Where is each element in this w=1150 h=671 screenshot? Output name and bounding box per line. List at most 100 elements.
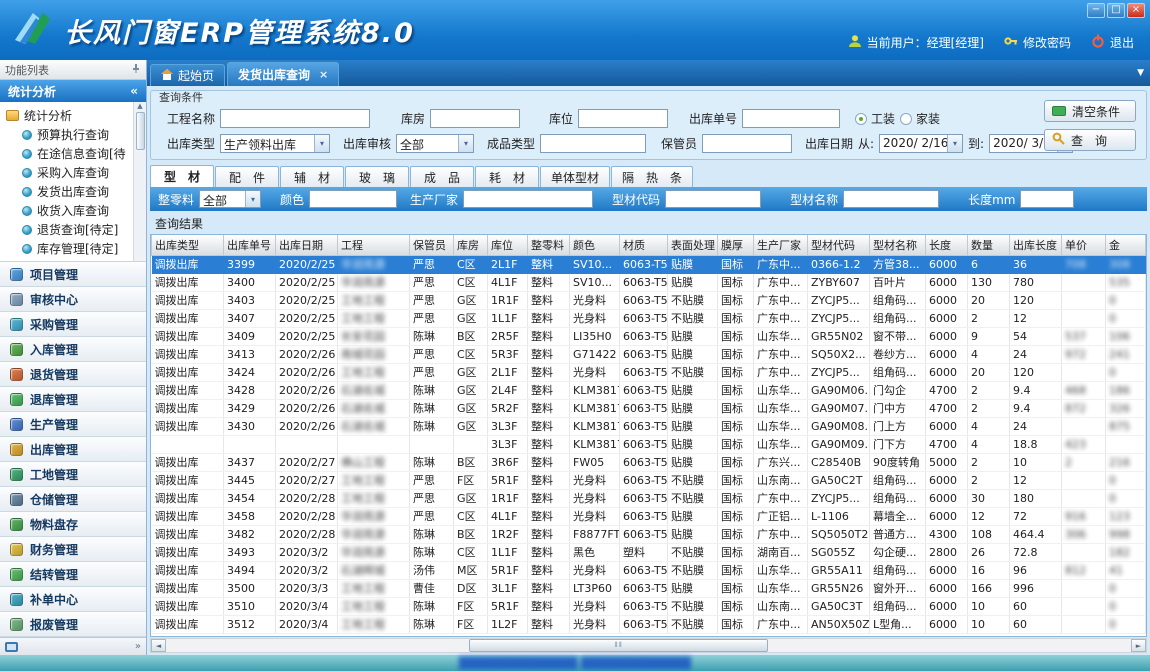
outbound-type-select[interactable]: 生产领料出库 ▾ xyxy=(220,134,330,153)
table-row[interactable]: 3L3F整料KLM38176063-T5贴膜国标山东华...GA90M09...… xyxy=(152,435,1146,453)
collapse-icon[interactable]: « xyxy=(130,84,138,98)
column-header[interactable]: 材质 xyxy=(620,235,668,255)
column-header[interactable]: 工程 xyxy=(338,235,410,255)
column-header[interactable]: 整零料 xyxy=(528,235,570,255)
tree-item[interactable]: 退货查询[待定] xyxy=(6,220,132,239)
column-header[interactable]: 表面处理 xyxy=(668,235,718,255)
table-row[interactable]: 调拨出库34282020/2/26石湖名城陈琳G区2L4F整料KLM381760… xyxy=(152,381,1146,399)
table-row[interactable]: 调拨出库34302020/2/26石湖名城陈琳G区3L3F整料KLM381760… xyxy=(152,417,1146,435)
table-row[interactable]: 调拨出库34072020/2/25工地工程严思G区1L1F整料光身料6063-T… xyxy=(152,309,1146,327)
table-row[interactable]: 调拨出库35122020/3/4工地工程陈琳F区1L2F整料光身料6063-T5… xyxy=(152,615,1146,633)
table-row[interactable]: 调拨出库34092020/2/25长安花园陈琳B区2R5F整料LI35H0606… xyxy=(152,327,1146,345)
warehouse-input[interactable] xyxy=(430,109,520,128)
tab-start-page[interactable]: 起始页 xyxy=(150,64,225,86)
sidebar-item-site[interactable]: 工地管理 xyxy=(0,462,146,487)
table-row[interactable]: 调拨出库34542020/2/28工地工程严思G区1R1F整料光身料6063-T… xyxy=(152,489,1146,507)
length-input[interactable] xyxy=(1020,190,1074,208)
table-row[interactable]: 调拨出库34582020/2/28华润苑源严思C区4L1F整料光身料6063-T… xyxy=(152,507,1146,525)
tree-item[interactable]: 发货出库查询 xyxy=(6,182,132,201)
location-input[interactable] xyxy=(578,109,668,128)
keeper-input[interactable] xyxy=(702,134,792,153)
radio-home[interactable]: 家装 xyxy=(900,110,940,127)
sidebar-item-inbound[interactable]: 入库管理 xyxy=(0,337,146,362)
sidebar-item-return-goods[interactable]: 退货管理 xyxy=(0,362,146,387)
radio-workwear[interactable]: 工装 xyxy=(855,110,895,127)
tab-close-icon[interactable]: × xyxy=(319,68,328,81)
column-header[interactable]: 出库长度 xyxy=(1010,235,1062,255)
sidebar-item-scrap[interactable]: 报废管理 xyxy=(0,612,146,637)
clear-conditions-button[interactable]: 清空条件 xyxy=(1044,100,1136,122)
column-header[interactable]: 出库日期 xyxy=(276,235,338,255)
maximize-button[interactable]: □ xyxy=(1107,3,1125,18)
tree-item[interactable]: 在途信息查询[待 xyxy=(6,144,132,163)
more-icon[interactable]: » xyxy=(135,641,141,652)
table-row[interactable]: 调拨出库34822020/2/28华润苑源陈琳B区1R2F整料F8877FT60… xyxy=(152,525,1146,543)
material-tab[interactable]: 型 材 xyxy=(150,165,214,187)
column-header[interactable]: 型材代码 xyxy=(808,235,870,255)
close-button[interactable]: × xyxy=(1127,3,1145,18)
grid-horizontal-scrollbar[interactable]: ◄ ⦀⦀ ► xyxy=(150,638,1147,653)
table-row[interactable]: 调拨出库33992020/2/25华润苑源严思C区2L1F整料SV10...60… xyxy=(152,255,1146,273)
search-button[interactable]: 查 询 xyxy=(1044,129,1136,151)
material-tab[interactable]: 玻 璃 xyxy=(345,166,409,187)
scroll-up-icon[interactable]: ▲ xyxy=(137,102,142,110)
sidebar-item-project[interactable]: 项目管理 xyxy=(0,262,146,287)
scroll-left-icon[interactable]: ◄ xyxy=(151,639,166,652)
column-header[interactable]: 生产厂家 xyxy=(754,235,808,255)
table-row[interactable]: 调拨出库34002020/2/25华润苑源严思C区4L1F整料SV10...60… xyxy=(152,273,1146,291)
table-row[interactable]: 调拨出库35002020/3/3工地工程曹佳D区3L1F整料LT3P606063… xyxy=(152,579,1146,597)
column-header[interactable]: 数量 xyxy=(968,235,1010,255)
sidebar-item-audit[interactable]: 审核中心 xyxy=(0,287,146,312)
material-tab[interactable]: 成 品 xyxy=(410,166,474,187)
color-input[interactable] xyxy=(309,190,397,208)
table-row[interactable]: 调拨出库35102020/3/4工地工程陈琳F区5R1F整料光身料6063-T5… xyxy=(152,597,1146,615)
tree-item[interactable]: 采购入库查询 xyxy=(6,163,132,182)
profile-name-input[interactable] xyxy=(843,190,939,208)
sidebar-item-production[interactable]: 生产管理 xyxy=(0,412,146,437)
factory-input[interactable] xyxy=(463,190,593,208)
minimize-button[interactable]: − xyxy=(1087,3,1105,18)
material-tab[interactable]: 耗 材 xyxy=(475,166,539,187)
column-header[interactable]: 长度 xyxy=(926,235,968,255)
table-row[interactable]: 调拨出库34292020/2/26石湖名城陈琳G区5R2F整料KLM381760… xyxy=(152,399,1146,417)
scroll-thumb[interactable]: ⦀⦀ xyxy=(469,639,768,652)
sidebar-item-inventory[interactable]: 物料盘存 xyxy=(0,512,146,537)
stat-group-header[interactable]: 统计分析 « xyxy=(0,80,146,102)
column-header[interactable]: 颜色 xyxy=(570,235,620,255)
order-no-input[interactable] xyxy=(742,109,840,128)
column-header[interactable]: 型材名称 xyxy=(870,235,926,255)
table-row[interactable]: 调拨出库34242020/2/26工地工程严思G区2L1F整料光身料6063-T… xyxy=(152,363,1146,381)
tree-item[interactable]: 库存管理[待定] xyxy=(6,239,132,258)
logout-button[interactable]: 退出 xyxy=(1091,34,1134,51)
table-row[interactable]: 调拨出库34452020/2/27工地工程严思F区5R1F整料光身料6063-T… xyxy=(152,471,1146,489)
material-tab[interactable]: 隔 热 条 xyxy=(611,166,693,187)
tree-scrollbar[interactable]: ▲ xyxy=(133,102,146,261)
scroll-right-icon[interactable]: ► xyxy=(1131,639,1146,652)
date-from-select[interactable]: 2020/ 2/16 ▾ xyxy=(879,134,963,153)
change-password-button[interactable]: 修改密码 xyxy=(1004,34,1071,51)
project-name-input[interactable] xyxy=(220,109,370,128)
sidebar-item-return-store[interactable]: 退库管理 xyxy=(0,387,146,412)
sidebar-item-outbound[interactable]: 出库管理 xyxy=(0,437,146,462)
table-row[interactable]: 调拨出库34132020/2/26南城花园严思C区5R3F整料G71422606… xyxy=(152,345,1146,363)
column-header[interactable]: 出库类型 xyxy=(152,235,224,255)
column-header[interactable]: 出库单号 xyxy=(224,235,276,255)
column-header[interactable]: 库房 xyxy=(454,235,488,255)
whole-part-select[interactable]: 全部 ▾ xyxy=(199,190,261,208)
product-type-input[interactable] xyxy=(540,134,646,153)
column-header[interactable]: 膜厚 xyxy=(718,235,754,255)
table-row[interactable]: 调拨出库34032020/2/25工地工程严思G区1R1F整料光身料6063-T… xyxy=(152,291,1146,309)
tree-root-statistics[interactable]: 统计分析 xyxy=(6,106,132,125)
column-header[interactable]: 保管员 xyxy=(410,235,454,255)
sidebar-item-purchase[interactable]: 采购管理 xyxy=(0,312,146,337)
sidebar-item-finance[interactable]: 财务管理 xyxy=(0,537,146,562)
tree-scroll-thumb[interactable] xyxy=(136,112,145,150)
monitor-icon[interactable] xyxy=(5,642,18,652)
profile-code-input[interactable] xyxy=(665,190,761,208)
tree-item[interactable]: 收货入库查询 xyxy=(6,201,132,220)
sidebar-item-warehouse[interactable]: 仓储管理 xyxy=(0,487,146,512)
material-tab[interactable]: 配 件 xyxy=(215,166,279,187)
sidebar-item-supplement[interactable]: 补单中心 xyxy=(0,587,146,612)
sidebar-item-carryover[interactable]: 结转管理 xyxy=(0,562,146,587)
table-row[interactable]: 调拨出库34942020/3/2石湖辉城汤伟M区5R1F整料光身料6063-T5… xyxy=(152,561,1146,579)
